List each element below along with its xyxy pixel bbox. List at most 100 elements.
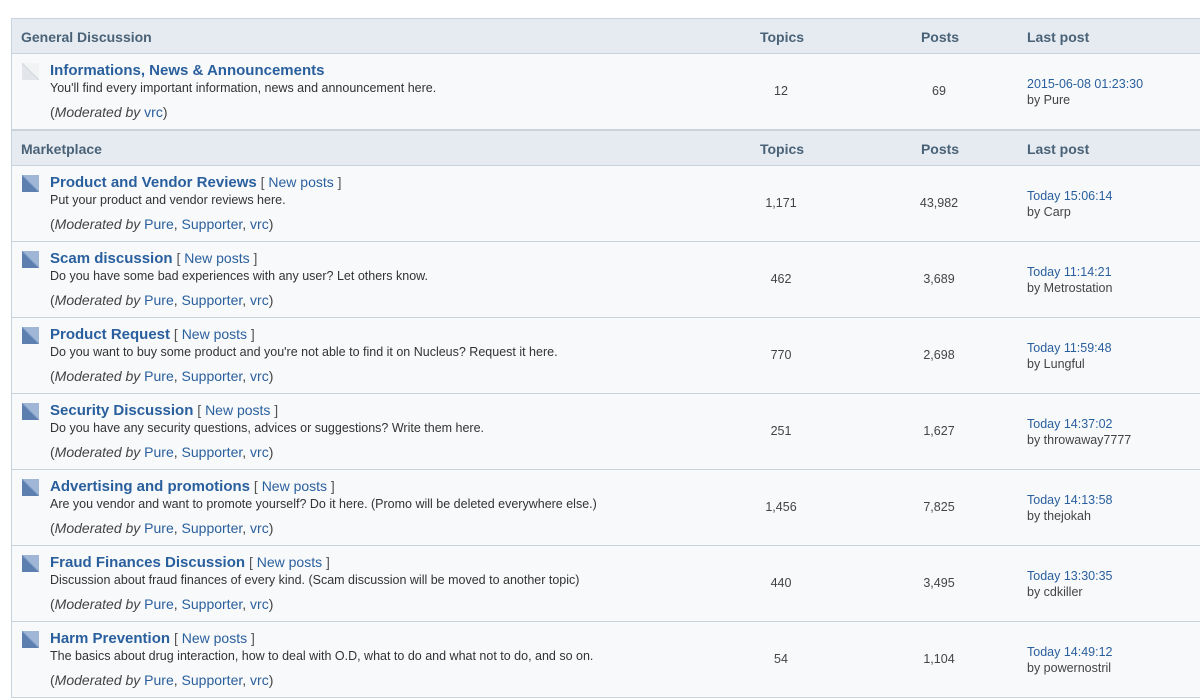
new-posts-link[interactable]: New posts bbox=[182, 326, 247, 342]
moderated-by-label: Moderated by bbox=[54, 672, 141, 688]
topics-column-header: Topics bbox=[759, 141, 805, 157]
last-post-info: Today 15:06:14 by Carp bbox=[1027, 188, 1113, 220]
new-posts-link[interactable]: New posts bbox=[262, 478, 327, 494]
moderator-link[interactable]: Supporter bbox=[182, 444, 243, 460]
moderator-link[interactable]: vrc bbox=[250, 596, 269, 612]
forum-index: General Discussion Topics Posts Last post In… bbox=[11, 18, 1200, 698]
last-post-time-link[interactable]: Today 14:13:58 bbox=[1027, 492, 1113, 508]
moderator-link[interactable]: Supporter bbox=[182, 672, 243, 688]
moderators-line: (Moderated by Pure, Supporter, vrc) bbox=[50, 368, 274, 384]
forum-title-link[interactable]: Advertising and promotions bbox=[50, 478, 250, 495]
new-posts-link[interactable]: New posts bbox=[184, 250, 249, 266]
forum-row: Harm Prevention [ New posts ] The basics … bbox=[12, 622, 1200, 698]
posts-count: 2,698 bbox=[923, 348, 955, 362]
forum-row: Scam discussion [ New posts ] Do you have… bbox=[12, 242, 1200, 318]
topics-count: 770 bbox=[770, 348, 792, 362]
posts-count: 43,982 bbox=[919, 196, 959, 210]
last-post-info: Today 11:59:48 by Lungful bbox=[1027, 340, 1112, 372]
moderators-line: (Moderated by vrc) bbox=[50, 104, 168, 120]
forum-read-icon bbox=[22, 63, 39, 80]
moderated-by-label: Moderated by bbox=[54, 216, 141, 232]
forum-title-link[interactable]: Scam discussion bbox=[50, 250, 173, 267]
moderator-link[interactable]: Pure bbox=[144, 368, 174, 384]
bracket-close: ] bbox=[327, 478, 335, 494]
forum-row: Fraud Finances Discussion [ New posts ] D… bbox=[12, 546, 1200, 622]
moderator-link[interactable]: Pure bbox=[144, 672, 174, 688]
moderators-line: (Moderated by Pure, Supporter, vrc) bbox=[50, 520, 274, 536]
forum-title-link[interactable]: Fraud Finances Discussion bbox=[50, 554, 245, 571]
last-post-author: by Lungful bbox=[1027, 357, 1085, 371]
forum-description: Do you want to buy some product and you'… bbox=[50, 345, 558, 359]
moderator-link[interactable]: vrc bbox=[250, 444, 269, 460]
last-post-time-link[interactable]: Today 14:37:02 bbox=[1027, 416, 1131, 432]
last-post-time-link[interactable]: Today 14:49:12 bbox=[1027, 644, 1113, 660]
moderator-link[interactable]: Pure bbox=[144, 444, 174, 460]
new-posts-link[interactable]: New posts bbox=[257, 554, 322, 570]
forum-title-link[interactable]: Security Discussion bbox=[50, 402, 193, 419]
category-title[interactable]: General Discussion bbox=[21, 29, 152, 45]
new-posts-link[interactable]: New posts bbox=[268, 174, 333, 190]
moderator-link[interactable]: Pure bbox=[144, 292, 174, 308]
moderator-link[interactable]: Pure bbox=[144, 216, 174, 232]
last-post-author: by cdkiller bbox=[1027, 585, 1083, 599]
posts-count: 1,104 bbox=[923, 652, 955, 666]
forum-description: Do you have some bad experiences with an… bbox=[50, 269, 428, 283]
last-post-time-link[interactable]: 2015-06-08 01:23:30 bbox=[1027, 76, 1143, 92]
last-post-info: Today 11:14:21 by Metrostation bbox=[1027, 264, 1112, 296]
moderators-line: (Moderated by Pure, Supporter, vrc) bbox=[50, 216, 274, 232]
category-title[interactable]: Marketplace bbox=[21, 141, 102, 157]
moderator-link[interactable]: Supporter bbox=[182, 292, 243, 308]
last-post-time-link[interactable]: Today 15:06:14 bbox=[1027, 188, 1113, 204]
moderators-line: (Moderated by Pure, Supporter, vrc) bbox=[50, 596, 274, 612]
bracket-open: [ bbox=[173, 326, 182, 342]
forum-title-line: Fraud Finances Discussion [ New posts ] bbox=[50, 554, 330, 571]
last-post-info: Today 14:49:12 by powernostril bbox=[1027, 644, 1113, 676]
moderator-link[interactable]: vrc bbox=[250, 368, 269, 384]
forum-title-link[interactable]: Harm Prevention bbox=[50, 630, 170, 647]
forum-title-link[interactable]: Product and Vendor Reviews bbox=[50, 174, 257, 191]
moderated-by-label: Moderated by bbox=[54, 520, 141, 536]
forum-title-link[interactable]: Informations, News & Announcements bbox=[50, 62, 324, 79]
posts-count: 7,825 bbox=[923, 500, 955, 514]
last-post-time-link[interactable]: Today 11:59:48 bbox=[1027, 340, 1112, 356]
forum-description: You'll find every important information,… bbox=[50, 81, 437, 95]
new-posts-link[interactable]: New posts bbox=[205, 402, 270, 418]
bracket-close: ] bbox=[322, 554, 330, 570]
moderated-by-label: Moderated by bbox=[54, 104, 141, 120]
forum-title-line: Informations, News & Announcements bbox=[50, 62, 324, 79]
last-post-time-link[interactable]: Today 11:14:21 bbox=[1027, 264, 1112, 280]
forum-new-posts-icon bbox=[22, 175, 39, 192]
moderator-link[interactable]: Supporter bbox=[182, 368, 243, 384]
last-post-column-header: Last post bbox=[1027, 141, 1090, 157]
forum-title-line: Product and Vendor Reviews [ New posts ] bbox=[50, 174, 342, 191]
moderator-link[interactable]: vrc bbox=[250, 672, 269, 688]
moderator-link[interactable]: Supporter bbox=[182, 216, 243, 232]
topics-count: 440 bbox=[770, 576, 792, 590]
forum-title-line: Product Request [ New posts ] bbox=[50, 326, 255, 343]
forum-title-link[interactable]: Product Request bbox=[50, 326, 170, 343]
topics-count: 54 bbox=[774, 652, 788, 666]
posts-count: 1,627 bbox=[923, 424, 955, 438]
moderator-link[interactable]: Pure bbox=[144, 520, 174, 536]
forum-title-line: Security Discussion [ New posts ] bbox=[50, 402, 278, 419]
moderator-link[interactable]: Pure bbox=[144, 596, 174, 612]
posts-column-header: Posts bbox=[920, 141, 960, 157]
moderator-link[interactable]: vrc bbox=[250, 520, 269, 536]
moderator-link[interactable]: vrc bbox=[250, 292, 269, 308]
posts-count: 3,495 bbox=[923, 576, 955, 590]
forum-new-posts-icon bbox=[22, 251, 39, 268]
topics-count: 1,171 bbox=[765, 196, 797, 210]
moderated-by-label: Moderated by bbox=[54, 596, 141, 612]
forum-description: The basics about drug interaction, how t… bbox=[50, 649, 594, 663]
moderator-link[interactable]: Supporter bbox=[182, 596, 243, 612]
forum-row: Informations, News & Announcements You'll… bbox=[12, 54, 1200, 130]
new-posts-link[interactable]: New posts bbox=[182, 630, 247, 646]
last-post-time-link[interactable]: Today 13:30:35 bbox=[1027, 568, 1113, 584]
moderator-link[interactable]: Supporter bbox=[182, 520, 243, 536]
last-post-column-header: Last post bbox=[1027, 29, 1090, 45]
moderator-link[interactable]: vrc bbox=[144, 104, 163, 120]
moderated-by-label: Moderated by bbox=[54, 444, 141, 460]
forum-new-posts-icon bbox=[22, 403, 39, 420]
moderator-link[interactable]: vrc bbox=[250, 216, 269, 232]
category-header: Marketplace Topics Posts Last post bbox=[12, 130, 1200, 166]
